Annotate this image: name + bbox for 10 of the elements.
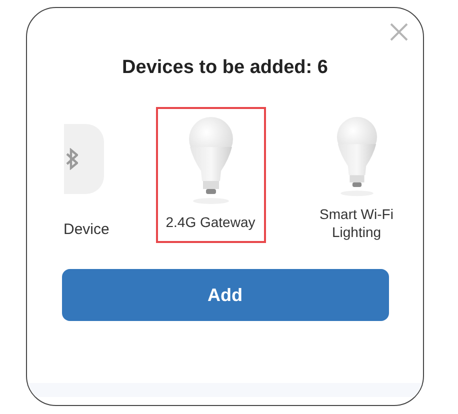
device-label: Smart Wi-Fi Lighting (318, 204, 394, 240)
dialog-title: Devices to be added: 6 (122, 56, 328, 80)
close-button[interactable] (389, 22, 409, 42)
device-item[interactable]: 2.4G Gateway (156, 106, 266, 242)
device-item[interactable]: Smart Wi-Fi Lighting (302, 106, 412, 242)
add-button[interactable]: Add (62, 269, 388, 321)
bluetooth-icon (66, 148, 78, 170)
device-item[interactable]: Device (62, 106, 120, 243)
device-label: Device (64, 220, 110, 240)
device-label: 2.4G Gateway (164, 212, 256, 230)
